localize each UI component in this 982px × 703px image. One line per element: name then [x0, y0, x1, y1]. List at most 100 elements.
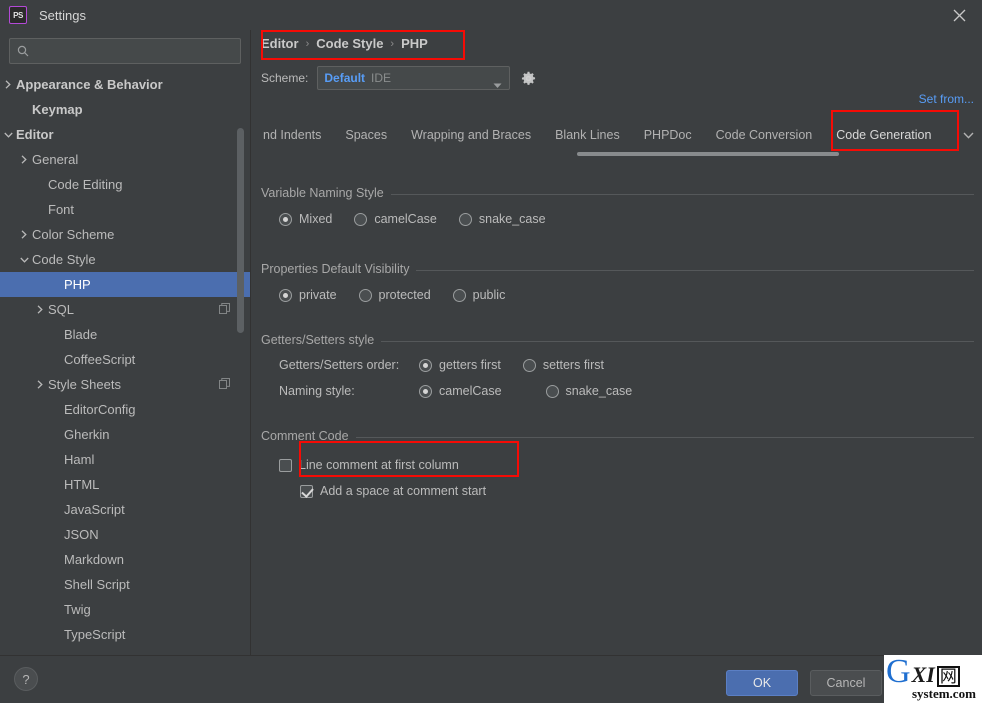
- tab-code-generation[interactable]: Code Generation: [824, 118, 943, 152]
- checkbox-line-comment-at-first-column[interactable]: [279, 458, 292, 472]
- chevron-down-icon[interactable]: [2, 129, 14, 141]
- scheme-value: Default: [324, 71, 366, 85]
- tabs-overflow-chevron-down-icon[interactable]: [958, 125, 978, 145]
- tab-blank-lines[interactable]: Blank Lines: [543, 118, 632, 152]
- search-box[interactable]: [9, 38, 241, 64]
- search-input[interactable]: [34, 44, 233, 58]
- sidebar-item-editor[interactable]: Editor: [0, 122, 250, 147]
- radio-snake-case[interactable]: [545, 384, 559, 398]
- sidebar-item-style-sheets[interactable]: Style Sheets: [0, 372, 250, 397]
- getters-setters-order-radio-group[interactable]: getters first setters first: [419, 358, 604, 372]
- radio-mixed[interactable]: [279, 212, 292, 226]
- tab-spaces[interactable]: Spaces: [333, 118, 399, 152]
- radio-label[interactable]: private: [299, 288, 337, 302]
- sidebar-item-general[interactable]: General: [0, 147, 250, 172]
- sidebar-item-coffeescript[interactable]: CoffeeScript: [0, 347, 250, 372]
- sidebar-item-code-style[interactable]: Code Style: [0, 247, 250, 272]
- checkbox-label[interactable]: Line comment at first column: [299, 458, 459, 472]
- sidebar-item-label: SQL: [48, 302, 75, 317]
- properties-visibility-radio-group[interactable]: private protected public: [279, 288, 505, 302]
- getters-setters-naming-row: Naming style: camelCase snake_case: [279, 384, 632, 398]
- radio-setters-first[interactable]: [522, 358, 536, 372]
- radio-getters-first[interactable]: [419, 358, 432, 372]
- radio-public[interactable]: [452, 288, 466, 302]
- sidebar-item-javascript[interactable]: JavaScript: [0, 497, 250, 522]
- tab-code-conversion[interactable]: Code Conversion: [704, 118, 825, 152]
- checkbox-add-a-space-at-comment-start[interactable]: [300, 484, 313, 498]
- help-button[interactable]: ?: [14, 667, 38, 691]
- set-from-link[interactable]: Set from...: [919, 92, 974, 106]
- radio-protected[interactable]: [358, 288, 372, 302]
- dialog-footer: ? OK Cancel: [0, 655, 982, 703]
- variable-naming-radio-group[interactable]: Mixed camelCase snake_case: [279, 212, 546, 226]
- sidebar-item-code-editing[interactable]: Code Editing: [0, 172, 250, 197]
- breadcrumb-item: PHP: [401, 36, 428, 51]
- radio-camelcase[interactable]: [354, 212, 368, 226]
- sidebar-item-json[interactable]: JSON: [0, 522, 250, 547]
- tab-phpdoc[interactable]: PHPDoc: [632, 118, 704, 152]
- sidebar-item-blade[interactable]: Blade: [0, 322, 250, 347]
- radio-label[interactable]: snake_case: [566, 384, 633, 398]
- tabs-scrollbar-thumb[interactable]: [577, 152, 839, 156]
- chevron-right-icon[interactable]: [18, 229, 30, 241]
- sidebar-item-html[interactable]: HTML: [0, 472, 250, 497]
- sidebar-item-appearance-behavior[interactable]: Appearance & Behavior: [0, 72, 250, 97]
- sidebar-item-shell-script[interactable]: Shell Script: [0, 572, 250, 597]
- radio-label[interactable]: getters first: [439, 358, 501, 372]
- checkbox-row[interactable]: Add a space at comment start: [300, 478, 486, 504]
- radio-snake-case[interactable]: [458, 212, 472, 226]
- tabs-strip[interactable]: nd Indents Spaces Wrapping and Braces Blank…: [251, 118, 956, 152]
- tab-wrapping-and-braces[interactable]: Wrapping and Braces: [399, 118, 543, 152]
- sidebar-item-label: Blade: [64, 327, 98, 342]
- chevron-right-icon[interactable]: [18, 154, 30, 166]
- window-title: Settings: [39, 7, 86, 23]
- comment-code-checkbox-group[interactable]: Line comment at first column Add a space …: [279, 452, 486, 504]
- scheme-select[interactable]: Default IDE: [317, 66, 511, 90]
- tab-nd-indents[interactable]: nd Indents: [251, 118, 333, 152]
- radio-label[interactable]: camelCase: [374, 212, 437, 226]
- sidebar-item-typescript[interactable]: TypeScript: [0, 622, 250, 647]
- close-icon[interactable]: [936, 0, 982, 30]
- settings-tree[interactable]: Appearance & Behavior Keymap Editor General…: [0, 72, 250, 655]
- sidebar-item-label: Gherkin: [64, 427, 110, 442]
- gear-icon[interactable]: [519, 69, 537, 87]
- radio-label[interactable]: setters first: [543, 358, 604, 372]
- sidebar-scrollbar-thumb[interactable]: [237, 128, 244, 333]
- radio-label[interactable]: camelCase: [439, 384, 502, 398]
- sidebar-item-color-scheme[interactable]: Color Scheme: [0, 222, 250, 247]
- radio-label[interactable]: public: [473, 288, 506, 302]
- radio-label[interactable]: snake_case: [479, 212, 546, 226]
- sidebar-scrollbar[interactable]: [237, 30, 244, 613]
- ok-button[interactable]: OK: [726, 670, 798, 696]
- sidebar-item-label: Keymap: [32, 102, 83, 117]
- sidebar-item-php[interactable]: PHP: [0, 272, 250, 297]
- radio-label[interactable]: Mixed: [299, 212, 332, 226]
- radio-label[interactable]: protected: [379, 288, 431, 302]
- sidebar-item-vue[interactable]: Vue: [0, 647, 250, 655]
- chevron-right-icon[interactable]: [34, 304, 46, 316]
- sidebar-item-font[interactable]: Font: [0, 197, 250, 222]
- sidebar-item-editorconfig[interactable]: EditorConfig: [0, 397, 250, 422]
- tabs-horizontal-scrollbar[interactable]: [251, 152, 969, 156]
- copy-icon[interactable]: [219, 302, 230, 317]
- tab-label: Blank Lines: [555, 128, 620, 142]
- sidebar-item-sql[interactable]: SQL: [0, 297, 250, 322]
- sidebar-item-twig[interactable]: Twig: [0, 597, 250, 622]
- cancel-button[interactable]: Cancel: [810, 670, 882, 696]
- naming-style-radio-group[interactable]: camelCase snake_case: [419, 384, 632, 398]
- settings-sidebar: Appearance & Behavior Keymap Editor General…: [0, 30, 250, 655]
- checkbox-row[interactable]: Line comment at first column: [279, 452, 486, 478]
- section-title: Comment Code: [261, 429, 356, 443]
- sidebar-item-keymap[interactable]: Keymap: [0, 97, 250, 122]
- radio-private[interactable]: [279, 288, 292, 302]
- radio-camelcase[interactable]: [419, 384, 432, 398]
- checkbox-label[interactable]: Add a space at comment start: [320, 484, 486, 498]
- sidebar-item-markdown[interactable]: Markdown: [0, 547, 250, 572]
- chevron-right-icon[interactable]: [34, 379, 46, 391]
- chevron-down-icon[interactable]: [18, 254, 30, 266]
- copy-icon[interactable]: [219, 377, 230, 392]
- sidebar-item-haml[interactable]: Haml: [0, 447, 250, 472]
- sidebar-item-gherkin[interactable]: Gherkin: [0, 422, 250, 447]
- chevron-right-icon[interactable]: [2, 79, 14, 91]
- sidebar-item-label: Appearance & Behavior: [16, 77, 163, 92]
